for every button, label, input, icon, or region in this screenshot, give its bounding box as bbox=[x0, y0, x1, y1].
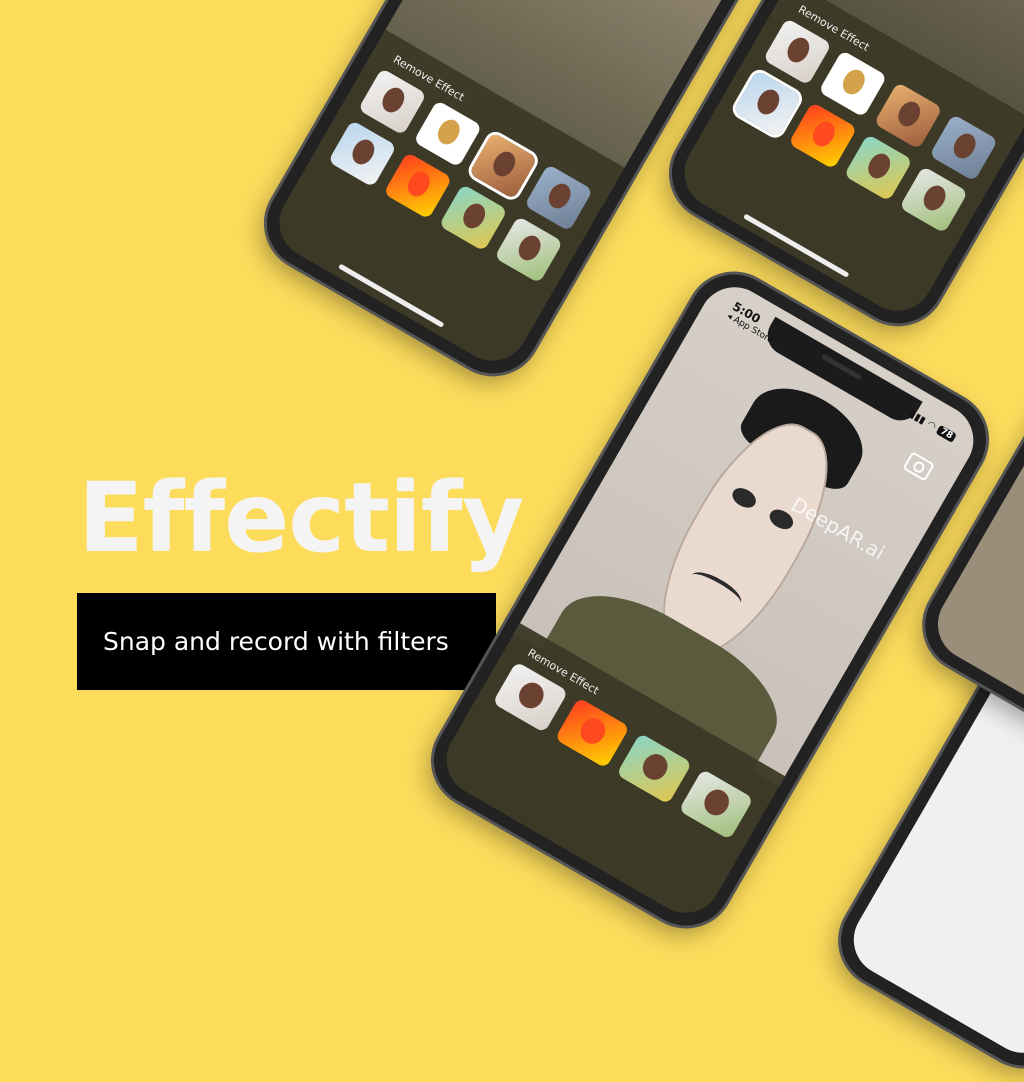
tagline-text: Snap and record with filters bbox=[103, 627, 449, 656]
effect-thumb[interactable] bbox=[899, 165, 969, 234]
effect-thumb[interactable] bbox=[788, 101, 858, 170]
effect-thumb[interactable] bbox=[383, 151, 453, 220]
tagline-banner: Snap and record with filters bbox=[77, 593, 496, 690]
effect-thumb[interactable] bbox=[438, 183, 508, 252]
signal-icon: ▮▮▮ bbox=[907, 408, 928, 427]
effect-thumb[interactable] bbox=[494, 215, 564, 284]
effect-thumb[interactable] bbox=[327, 119, 397, 188]
effect-thumb-selected[interactable] bbox=[732, 69, 802, 138]
app-title: Effectify bbox=[78, 462, 524, 574]
effect-thumb[interactable] bbox=[843, 133, 913, 202]
wifi-icon: ◠ bbox=[925, 418, 938, 433]
